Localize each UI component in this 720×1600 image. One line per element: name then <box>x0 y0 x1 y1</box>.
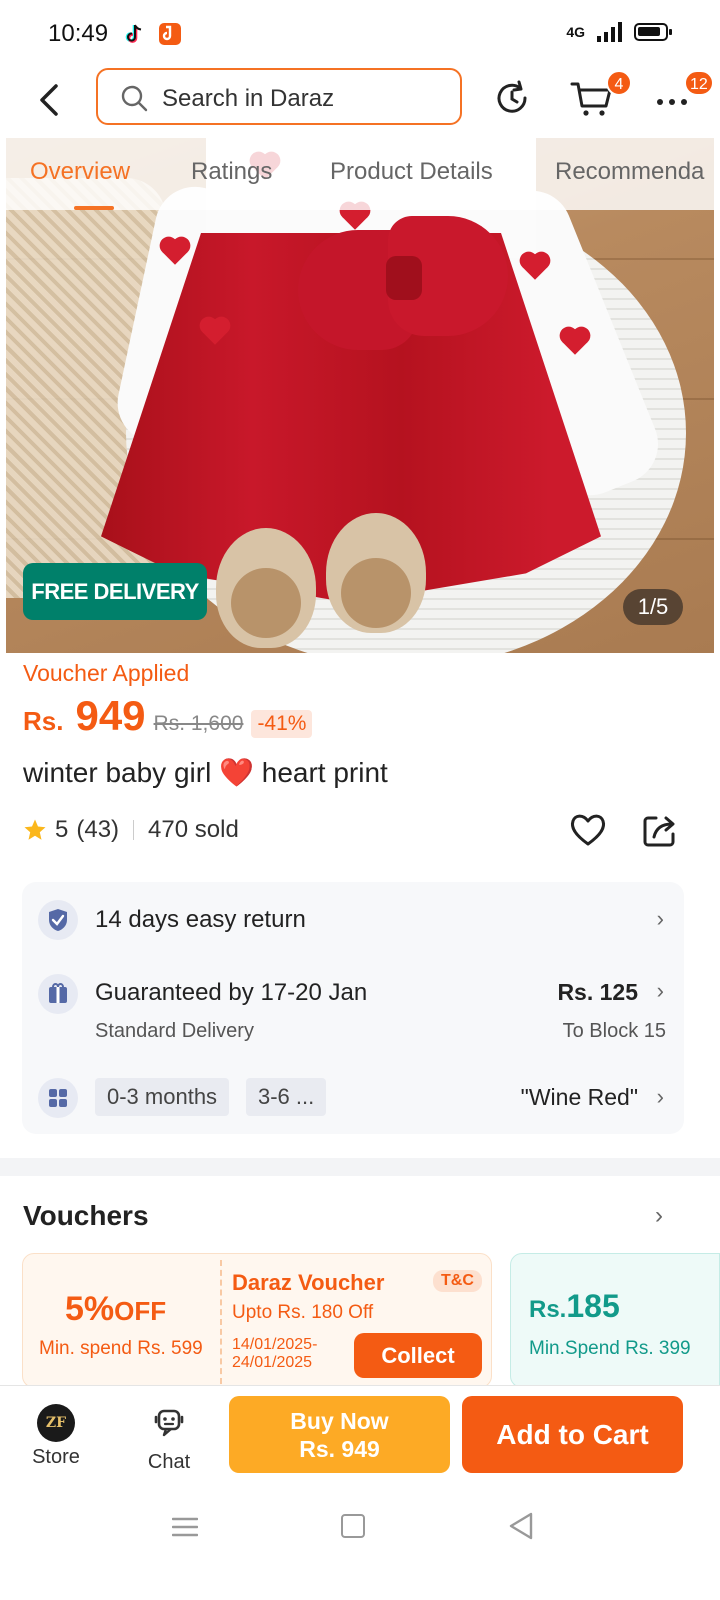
voucher-min-spend: Min.Spend Rs. 399 <box>529 1338 691 1359</box>
tab-product-details[interactable]: Product Details <box>330 158 493 186</box>
chat-icon <box>154 1409 184 1437</box>
free-delivery-badge: FREE DELIVERY <box>23 563 207 620</box>
buy-now-price: Rs. 949 <box>299 1436 380 1462</box>
nav-back-icon[interactable] <box>508 1512 534 1540</box>
chat-label: Chat <box>147 1451 191 1473</box>
header: Search in Daraz 4 12 <box>0 66 720 138</box>
heart-emoji: ❤️ <box>219 757 254 788</box>
back-icon[interactable] <box>30 78 74 122</box>
discount-badge: -41% <box>251 710 313 738</box>
cart-badge: 4 <box>606 70 632 96</box>
chevron-right-icon[interactable]: › <box>657 906 664 932</box>
voucher-applied-label: Voucher Applied <box>23 660 190 686</box>
variant-chip[interactable]: 3-6 ... <box>246 1078 327 1116</box>
product-title: winter baby girl ❤️ heart print <box>23 756 388 789</box>
search-input[interactable]: Search in Daraz <box>96 68 462 125</box>
network-label: 4G <box>566 24 585 40</box>
tiktok-icon <box>125 24 142 43</box>
buy-now-button[interactable]: Buy Now Rs. 949 <box>229 1396 450 1473</box>
delivery-price: Rs. 125 <box>557 979 638 1005</box>
voucher-upto: Upto Rs. 180 Off <box>232 1302 374 1323</box>
status-time: 10:49 <box>48 20 109 47</box>
buy-now-label: Buy Now <box>290 1408 389 1434</box>
price-row: Rs. 949 Rs. 1,600 -41% <box>23 692 313 740</box>
bottom-action-bar: ZF Store Chat Buy Now Rs. 949 Add to Car… <box>0 1385 720 1488</box>
chat-button[interactable]: Chat <box>135 1404 203 1474</box>
image-counter: 1/5 <box>623 589 683 625</box>
divider <box>133 820 135 840</box>
tab-recommendations[interactable]: Recommenda <box>555 158 704 186</box>
delivery-guarantee[interactable]: Guaranteed by 17-20 Jan <box>95 979 367 1007</box>
price-value: 949 <box>75 692 146 739</box>
store-label: Store <box>32 1446 80 1468</box>
tab-ratings[interactable]: Ratings <box>191 158 272 186</box>
tab-underline <box>74 206 114 210</box>
delivery-type: Standard Delivery <box>95 1020 254 1042</box>
chevron-right-icon[interactable]: › <box>655 1202 663 1230</box>
voucher-card[interactable]: 5%OFF Min. spend Rs. 599 Daraz Voucher U… <box>22 1253 492 1388</box>
variant-chip[interactable]: 0-3 months <box>95 1078 230 1116</box>
variant-color[interactable]: "Wine Red" <box>521 1084 638 1111</box>
system-nav-bar <box>0 1488 720 1600</box>
more-badge: 12 <box>684 70 714 96</box>
vouchers-title: Vouchers <box>23 1200 149 1231</box>
terms-badge[interactable]: T&C <box>433 1270 482 1292</box>
delivery-icon <box>38 974 78 1014</box>
search-icon <box>121 85 148 112</box>
chevron-right-icon[interactable]: › <box>657 978 664 1004</box>
rating-row[interactable]: 5 (43) 470 sold <box>23 816 239 844</box>
shield-icon <box>38 900 78 940</box>
store-logo: ZF <box>37 1404 75 1442</box>
rating-count: (43) <box>76 816 120 843</box>
signal-icon <box>597 22 622 42</box>
tab-overview[interactable]: Overview <box>30 158 130 186</box>
original-price: Rs. 1,600 <box>153 712 244 735</box>
voucher-min-spend: Min. spend Rs. 599 <box>39 1338 203 1359</box>
return-policy[interactable]: 14 days easy return <box>95 906 306 934</box>
price-currency: Rs. <box>23 706 64 736</box>
heart-wishlist-icon[interactable] <box>568 810 608 850</box>
service-card: 14 days easy return › Guaranteed by 17-2… <box>22 882 684 1134</box>
home-icon[interactable] <box>341 1514 365 1538</box>
chevron-right-icon[interactable]: › <box>657 1084 664 1110</box>
add-to-cart-button[interactable]: Add to Cart <box>462 1396 683 1473</box>
store-button[interactable]: ZF Store <box>22 1404 90 1474</box>
history-icon[interactable] <box>492 78 532 118</box>
status-bar: 10:49 4G <box>0 0 720 66</box>
product-tabs: Overview Ratings Product Details Recomme… <box>6 138 714 210</box>
title-text-pre: winter baby girl <box>23 757 212 788</box>
section-separator <box>0 1158 720 1176</box>
voucher-divider <box>220 1260 222 1384</box>
voucher-percent: 5%OFF <box>65 1290 167 1328</box>
battery-icon <box>634 23 672 41</box>
delivery-location[interactable]: To Block 15 <box>563 1020 666 1043</box>
search-placeholder: Search in Daraz <box>162 85 335 112</box>
title-text-post: heart print <box>261 757 388 788</box>
voucher-card[interactable]: Rs.185 Min.Spend Rs. 399 <box>510 1253 720 1388</box>
sold-count: 470 sold <box>148 816 239 843</box>
voucher-amount: Rs.185 <box>529 1288 620 1324</box>
voucher-name: Daraz Voucher <box>232 1270 385 1295</box>
menu-icon[interactable] <box>172 1516 198 1538</box>
status-indicators: 4G <box>566 22 672 42</box>
app-icon <box>159 23 181 45</box>
share-icon[interactable] <box>640 810 680 850</box>
variant-icon <box>38 1078 78 1118</box>
star-icon <box>24 819 46 840</box>
voucher-dates: 14/01/2025-24/01/2025 <box>232 1336 318 1371</box>
rating-value: 5 <box>55 816 69 843</box>
collect-button[interactable]: Collect <box>354 1333 482 1378</box>
